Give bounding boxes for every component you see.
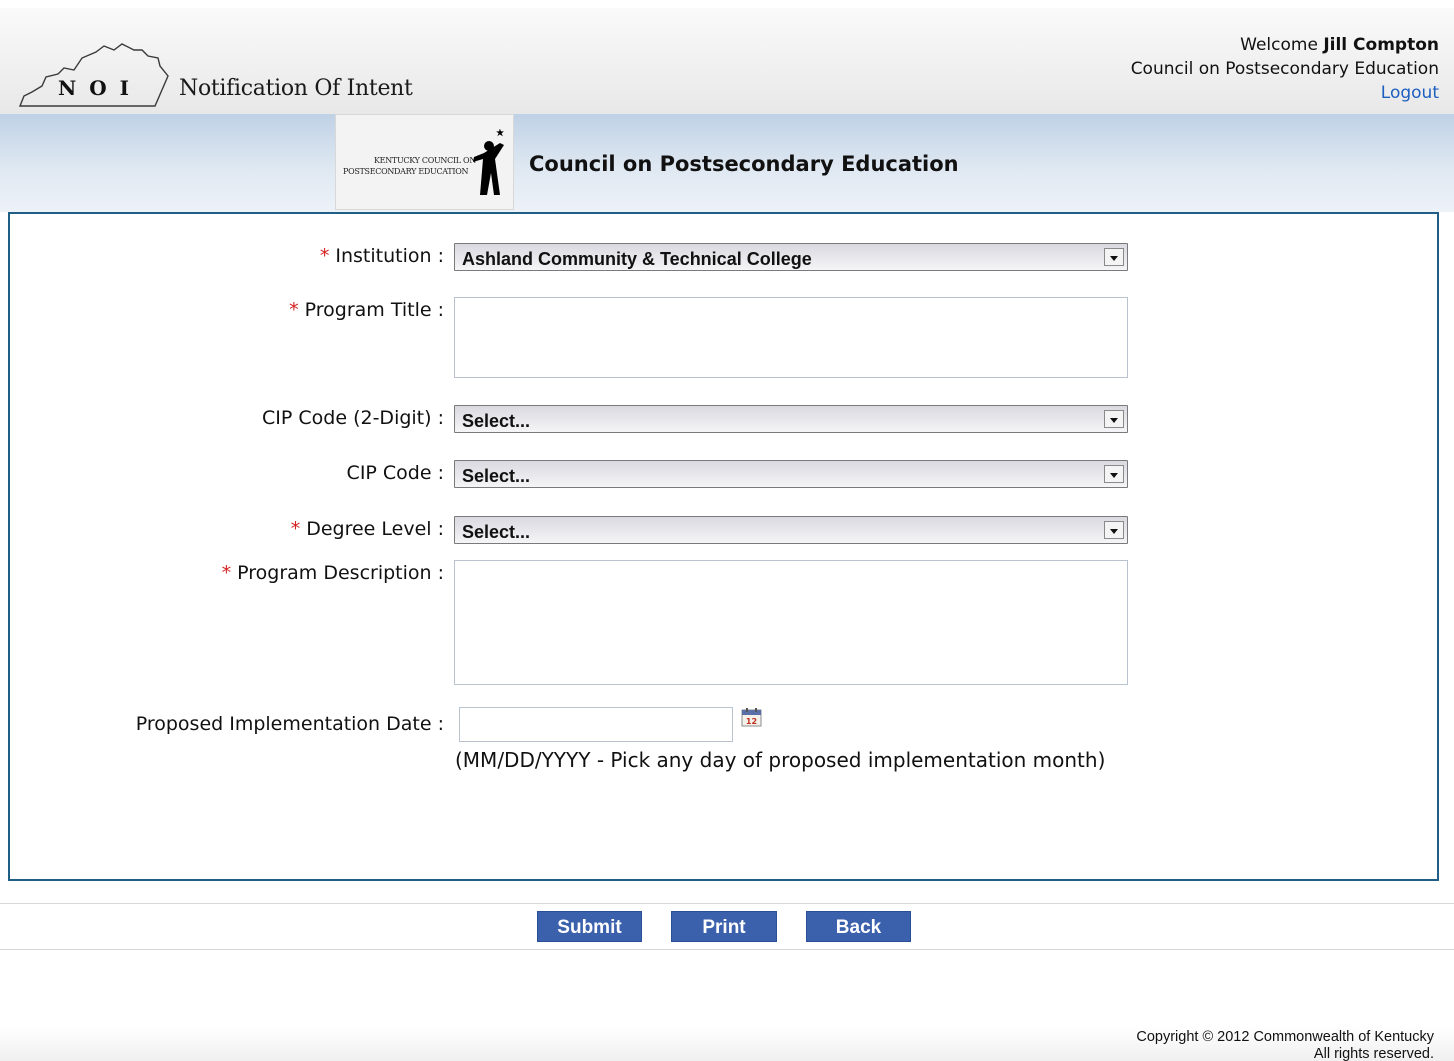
banner-title: Council on Postsecondary Education [529,152,959,176]
degree-level-select[interactable]: Select... [454,516,1128,544]
welcome-text: Welcome [1240,35,1318,55]
noi-logo: N O I [18,36,178,112]
user-info: Welcome Jill Compton Council on Postseco… [1131,33,1439,105]
submit-button[interactable]: Submit [537,911,642,942]
program-title-input[interactable] [454,297,1128,378]
institution-label: * Institution : [319,245,444,267]
cip-2digit-label: CIP Code (2-Digit) : [262,407,444,429]
user-organization: Council on Postsecondary Education [1130,59,1439,79]
implementation-date-input[interactable] [459,707,733,742]
figure-icon [473,129,505,195]
app-header: N O I Notification Of Intent Welcome Jil… [0,0,1454,114]
cpe-logo-line1: KENTUCKY COUNCIL ON [374,156,477,165]
calendar-icon[interactable]: 12 [741,707,763,727]
cpe-logo: KENTUCKY COUNCIL ON POSTSECONDARY EDUCAT… [335,114,514,210]
cip-2digit-value: Select... [462,411,531,431]
chevron-down-icon [1104,521,1124,539]
institution-select[interactable]: Ashland Community & Technical College [454,243,1128,271]
cip-code-select[interactable]: Select... [454,460,1128,488]
copyright-text: Copyright © 2012 Commonwealth of Kentuck… [1136,1029,1434,1045]
implementation-date-label: Proposed Implementation Date : [135,713,444,735]
svg-text:12: 12 [746,717,757,726]
footer-text: Copyright © 2012 Commonwealth of Kentuck… [1136,1029,1434,1061]
institution-value: Ashland Community & Technical College [462,249,812,269]
logout-link[interactable]: Logout [1381,83,1439,103]
back-button[interactable]: Back [806,911,911,942]
chevron-down-icon [1104,465,1124,483]
print-button[interactable]: Print [671,911,777,942]
date-hint: (MM/DD/YYYY - Pick any day of proposed i… [455,748,1106,772]
app-title: Notification Of Intent [179,76,413,101]
program-description-label: * Program Description : [221,562,444,584]
cip-2digit-select[interactable]: Select... [454,405,1128,433]
user-name: Jill Compton [1323,35,1439,55]
cpe-logo-line2: POSTSECONDARY EDUCATION [343,167,469,176]
chevron-down-icon [1104,410,1124,428]
rights-text: All rights reserved. [1313,1046,1434,1061]
chevron-down-icon [1104,248,1124,266]
program-description-input[interactable] [454,560,1128,685]
degree-level-label: * Degree Level : [290,518,444,540]
logo-text: N O I [58,76,132,100]
cip-code-value: Select... [462,466,531,486]
program-title-label: * Program Title : [289,299,444,321]
degree-level-value: Select... [462,522,531,542]
cip-code-label: CIP Code : [346,462,444,484]
